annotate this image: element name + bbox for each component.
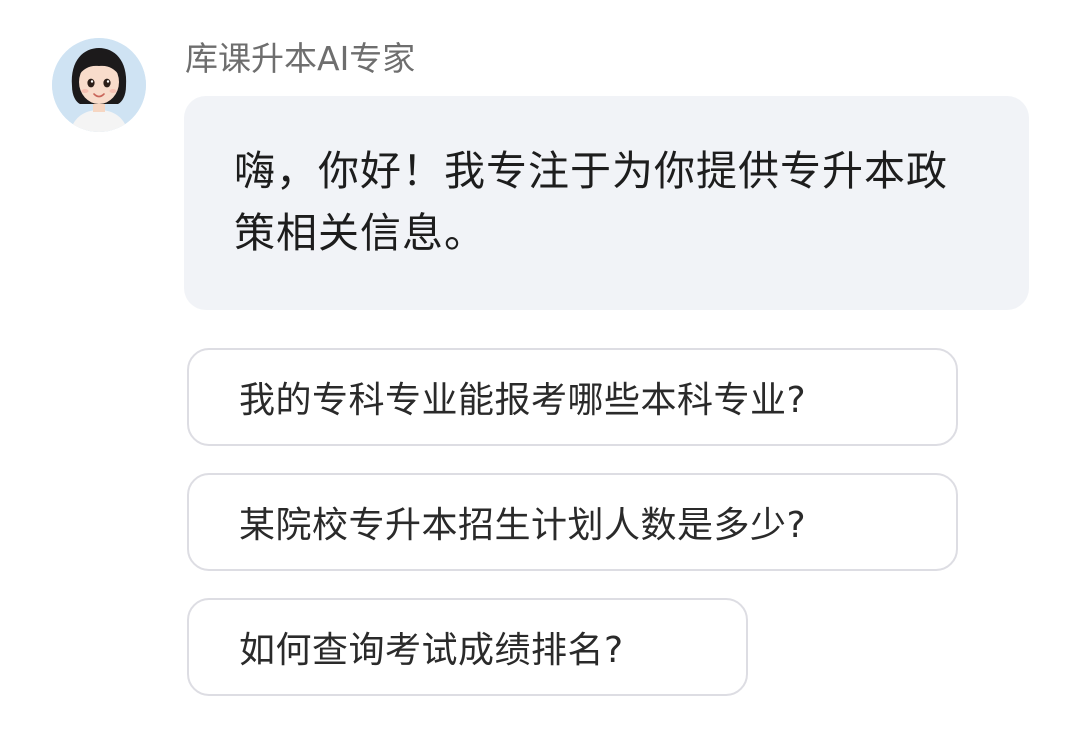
chat-screen: 库课升本AI专家 嗨，你好！我专注于为你提供专升本政策相关信息。 我的专科专业能… (0, 0, 1080, 731)
suggestion-button-majors[interactable]: 我的专科专业能报考哪些本科专业? (187, 348, 958, 446)
suggestion-button-enrollment-plan[interactable]: 某院校专升本招生计划人数是多少? (187, 473, 958, 571)
suggestion-button-score-ranking[interactable]: 如何查询考试成绩排名? (187, 598, 748, 696)
suggestion-label: 某院校专升本招生计划人数是多少? (239, 505, 807, 546)
message-bubble: 嗨，你好！我专注于为你提供专升本政策相关信息。 (184, 96, 1029, 310)
sender-name: 库课升本AI专家 (185, 39, 416, 78)
avatar[interactable] (52, 38, 146, 132)
message-text: 嗨，你好！我专注于为你提供专升本政策相关信息。 (234, 147, 948, 257)
suggestion-label: 我的专科专业能报考哪些本科专业? (239, 380, 807, 421)
suggestion-label: 如何查询考试成绩排名? (239, 630, 624, 671)
cartoon-girl-avatar-icon (52, 38, 146, 132)
